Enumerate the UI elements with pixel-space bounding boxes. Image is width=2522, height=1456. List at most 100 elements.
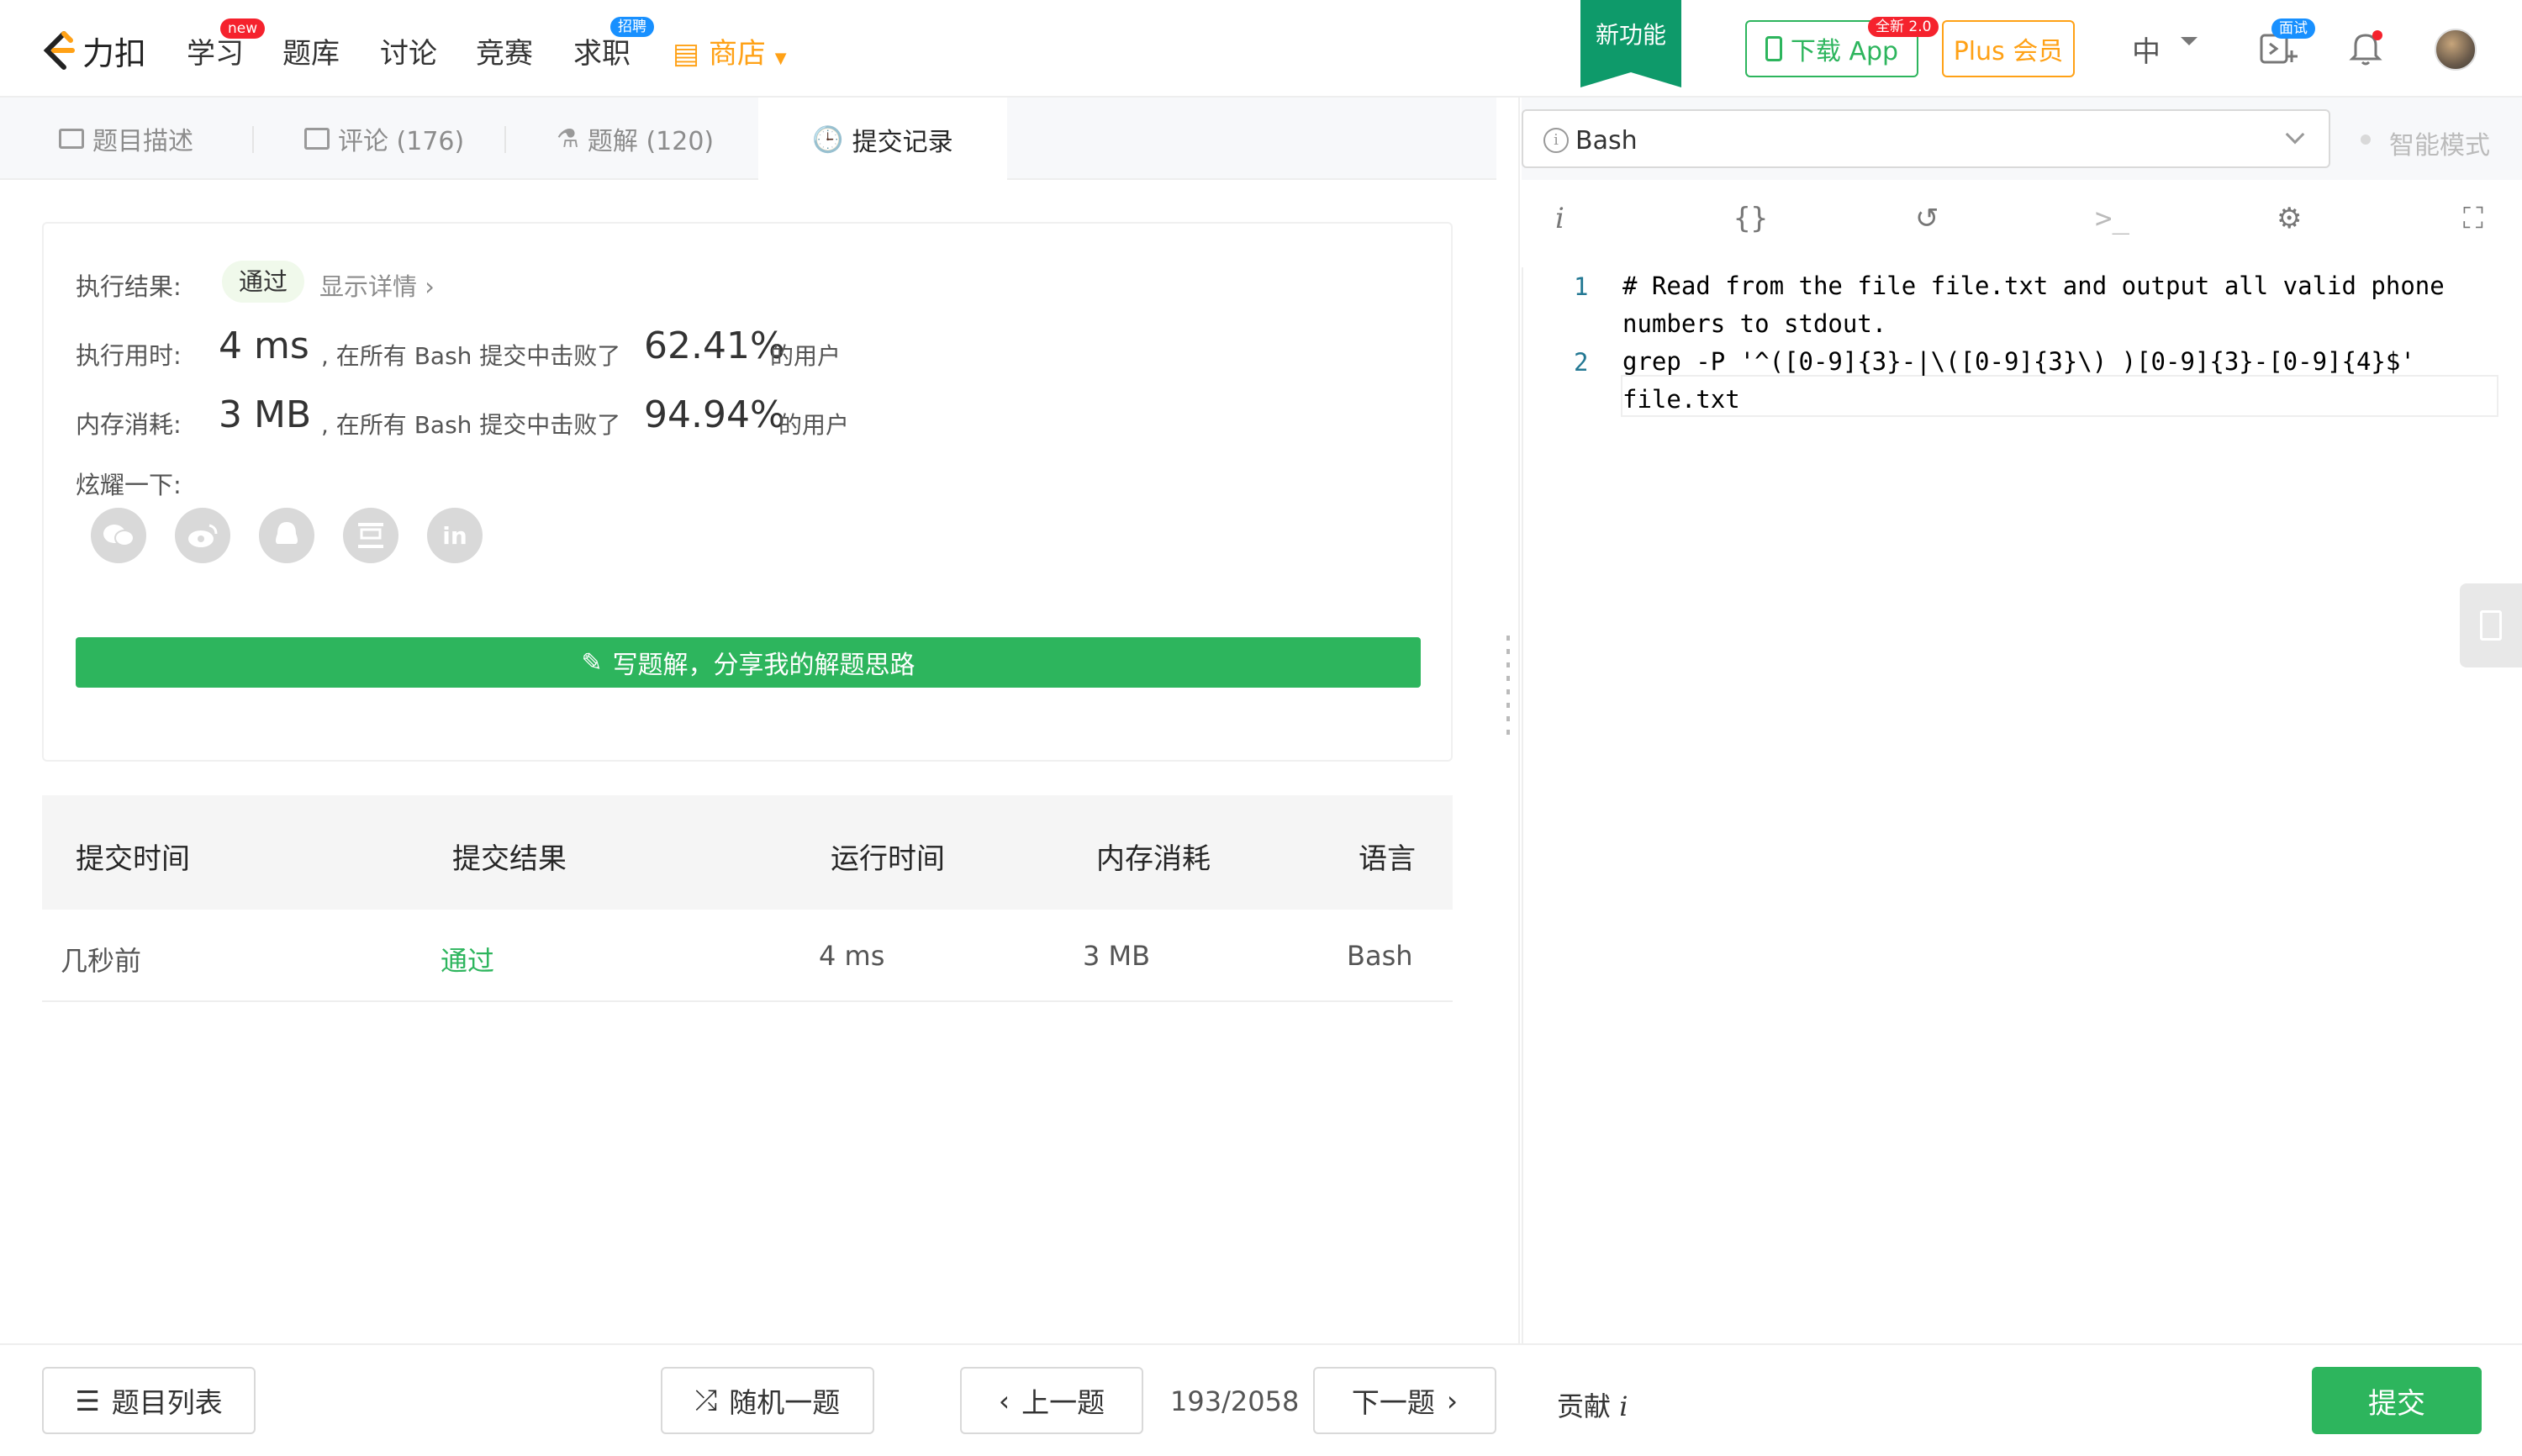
nav-problemset[interactable]: 题库: [282, 30, 340, 71]
prev-problem-label: 上一题: [1021, 1386, 1105, 1419]
side-notes-tab[interactable]: [2460, 583, 2522, 667]
line-number: 2: [1574, 348, 1589, 377]
submit-label: 提交: [2368, 1386, 2425, 1421]
submission-history-table: 提交时间 提交结果 运行时间 内存消耗 语言 几秒前 通过 4 ms 3 MB …: [42, 795, 1453, 1002]
cell-runtime: 4 ms: [819, 940, 885, 972]
contribute-link[interactable]: 贡献 i: [1557, 1385, 1628, 1424]
new-feature-label: 新功能: [1595, 21, 1666, 49]
smart-mode-toggle[interactable]: 智能模式: [2389, 124, 2490, 161]
language-select-value: Bash: [1575, 126, 1638, 156]
line-number: 1: [1574, 272, 1589, 301]
tab-comments-label: 评论 (176): [338, 127, 465, 156]
qq-icon[interactable]: [259, 508, 314, 563]
logo-text: 力扣: [82, 34, 147, 72]
info-icon[interactable]: i: [1555, 202, 1564, 235]
tab-comments[interactable]: 评论 (176): [304, 98, 464, 180]
flask-icon: ⚗: [557, 124, 579, 154]
cell-result[interactable]: 通过: [441, 940, 494, 979]
chevron-down-icon: [2285, 124, 2305, 145]
prev-problem-button[interactable]: ‹ 上一题: [960, 1367, 1143, 1434]
splitter-handle[interactable]: [1506, 636, 1510, 736]
show-detail-link[interactable]: 显示详情 ›: [319, 267, 435, 303]
clock-icon: 🕒: [812, 124, 844, 155]
header-runtime: 运行时间: [831, 842, 945, 876]
cell-memory: 3 MB: [1083, 940, 1151, 972]
weibo-icon[interactable]: [175, 508, 230, 563]
nav-discuss[interactable]: 讨论: [380, 30, 437, 71]
header-submit-result: 提交结果: [452, 842, 567, 876]
language-switch[interactable]: 中: [2132, 29, 2161, 70]
tab-description-label: 题目描述: [92, 127, 193, 156]
next-problem-button[interactable]: 下一题 ›: [1313, 1367, 1496, 1434]
chevron-left-icon: ‹: [998, 1384, 1010, 1417]
new-feature-banner[interactable]: 新功能: [1580, 0, 1681, 87]
table-header: 提交时间 提交结果 运行时间 内存消耗 语言: [42, 795, 1453, 910]
jobs-badge: 招聘: [610, 17, 654, 37]
comment-icon: [304, 128, 330, 150]
write-solution-label: 写题解，分享我的解题思路: [612, 651, 915, 680]
code-line[interactable]: grep -P '^([0-9]{3}-|\([0-9]{3}\) )[0-9]…: [1622, 343, 2415, 419]
avatar[interactable]: [2435, 29, 2477, 71]
format-code-icon[interactable]: {}: [1733, 202, 1768, 235]
code-editor[interactable]: 1 # Read from the file file.txt and outp…: [1522, 267, 2498, 1343]
next-problem-label: 下一题: [1351, 1386, 1435, 1419]
description-icon: [59, 129, 84, 149]
douban-icon[interactable]: [343, 508, 398, 563]
runtime-value: 4 ms: [219, 324, 309, 367]
random-problem-button[interactable]: ⤮ 随机一题: [661, 1367, 874, 1434]
language-caret-icon: [2181, 37, 2198, 45]
fullscreen-icon[interactable]: ⛶: [2463, 202, 2483, 235]
memory-users-text: 的用户: [778, 411, 850, 439]
tab-description[interactable]: 题目描述: [59, 98, 193, 180]
pencil-icon: ✎: [581, 647, 603, 678]
header-memory: 内存消耗: [1096, 842, 1211, 876]
nav-contest[interactable]: 竞赛: [476, 30, 533, 71]
plus-member-button[interactable]: Plus 会员: [1942, 20, 2075, 77]
table-row[interactable]: 几秒前 通过 4 ms 3 MB Bash: [42, 910, 1453, 1002]
editor-header: i Bash 智能模式: [1522, 98, 2522, 180]
problem-pager: 193/2058: [1170, 1385, 1300, 1417]
problem-list-button[interactable]: ☰ 题目列表: [42, 1367, 256, 1434]
store-icon: ▤: [673, 37, 700, 71]
panel-splitter[interactable]: [1496, 98, 1520, 1343]
language-select[interactable]: i Bash: [1522, 109, 2330, 168]
info-icon: i: [1543, 128, 1569, 153]
download-new-badge: 全新 2.0: [1868, 17, 1939, 37]
runtime-percentile: 62.41%: [644, 324, 785, 367]
random-problem-label: 随机一题: [729, 1386, 841, 1419]
runtime-beat-text: , 在所有 Bash 提交中击败了: [321, 342, 621, 370]
submit-button[interactable]: 提交: [2312, 1367, 2482, 1434]
bell-icon[interactable]: [2344, 25, 2387, 69]
phone-icon: [1765, 36, 1782, 61]
header-language: 语言: [1359, 842, 1416, 876]
memory-beat-text: , 在所有 Bash 提交中击败了: [321, 411, 621, 439]
new-badge: new: [220, 18, 266, 39]
memory-value: 3 MB: [219, 393, 312, 436]
note-icon: [2480, 610, 2502, 641]
reset-icon[interactable]: ↺: [1915, 202, 1939, 235]
store-label: 商店: [708, 37, 766, 71]
tab-submissions[interactable]: 🕒 提交记录: [758, 98, 1007, 182]
linkedin-icon[interactable]: in: [427, 508, 483, 563]
wechat-icon[interactable]: [91, 508, 146, 563]
info-icon: i: [1619, 1390, 1628, 1422]
cell-time: 几秒前: [61, 945, 142, 977]
tab-solutions[interactable]: ⚗ 题解 (120): [557, 98, 714, 180]
tab-divider: [504, 126, 506, 153]
runtime-users-text: 的用户: [770, 342, 842, 370]
console-icon[interactable]: >_: [2095, 202, 2129, 235]
write-solution-button[interactable]: ✎ 写题解，分享我的解题思路: [76, 637, 1421, 688]
result-status-badge: 通过: [222, 261, 305, 303]
runtime-label: 执行用时:: [76, 341, 182, 370]
problem-tabs: 题目描述 评论 (176) ⚗ 题解 (120) 🕒 提交记录: [0, 98, 1496, 182]
caret-down-icon: ▼: [774, 50, 787, 67]
code-line[interactable]: # Read from the file file.txt and output…: [1622, 267, 2445, 343]
share-label: 炫耀一下:: [76, 471, 182, 499]
nav-store[interactable]: ▤ 商店 ▼: [673, 30, 787, 71]
interview-badge: 面试: [2271, 18, 2315, 39]
bottom-bar: ☰ 题目列表 ⤮ 随机一题 ‹ 上一题 193/2058 下一题 › 贡献 i …: [0, 1343, 2522, 1456]
leetcode-logo[interactable]: 力扣: [39, 25, 146, 76]
submission-result-card: 执行结果: 通过 显示详情 › 执行用时: 4 ms , 在所有 Bash 提交…: [42, 222, 1453, 762]
settings-icon[interactable]: ⚙: [2277, 202, 2302, 235]
header-submit-time: 提交时间: [76, 842, 190, 876]
